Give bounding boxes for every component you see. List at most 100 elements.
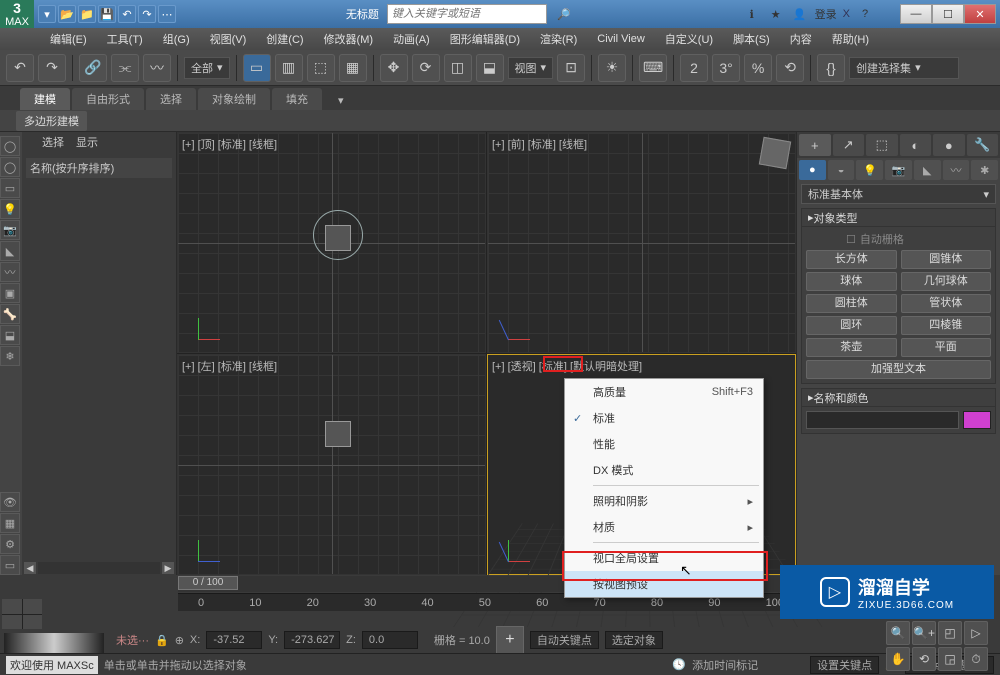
scene-list[interactable]: 名称(按升序排序) [22, 152, 176, 561]
scene-tab-select[interactable]: 选择 [42, 134, 64, 150]
helper-icon[interactable]: ◣ [0, 241, 20, 261]
select-region-button[interactable]: ⬚ [307, 54, 335, 82]
ctx-materials[interactable]: 材质▸ [565, 514, 763, 540]
autokey-button[interactable]: 自动关键点 [530, 631, 599, 649]
ribbon-tab-objectpaint[interactable]: 对象绘制 [198, 88, 270, 110]
container-icon[interactable]: ⬓ [0, 325, 20, 345]
save-icon[interactable]: 💾 [98, 5, 116, 23]
lights-subtab-icon[interactable]: 💡 [856, 160, 883, 180]
teapot-button[interactable]: 茶壶 [806, 338, 897, 357]
cone-button[interactable]: 圆锥体 [901, 250, 992, 269]
pivot-button[interactable]: ⊡ [557, 54, 585, 82]
undo-button[interactable]: ↶ [6, 54, 34, 82]
ctx-viewport-global-settings[interactable]: 视口全局设置 [565, 545, 763, 571]
menu-help[interactable]: 帮助(H) [822, 29, 879, 49]
torus-button[interactable]: 圆环 [806, 316, 897, 335]
object-name-input[interactable] [806, 411, 959, 429]
redo-icon[interactable]: ↷ [138, 5, 156, 23]
setkey-button[interactable]: 设置关键点 [810, 656, 879, 674]
orbit-icon[interactable]: ⟲ [912, 647, 936, 671]
maximize-button[interactable]: ☐ [932, 4, 964, 24]
square-icon[interactable]: ▭ [0, 178, 20, 198]
viewport-layout-button[interactable] [2, 599, 42, 629]
close-button[interactable]: ✕ [964, 4, 996, 24]
viewport-left-label[interactable]: [+] [左] [标准] [线框] [182, 358, 277, 374]
pan-icon[interactable]: ✋ [886, 647, 910, 671]
shapes-subtab-icon[interactable]: ◒ [828, 160, 855, 180]
menu-script[interactable]: 脚本(S) [723, 29, 780, 49]
box-button[interactable]: 长方体 [806, 250, 897, 269]
ctx-performance[interactable]: 性能 [565, 431, 763, 457]
set-key-large-button[interactable]: + [496, 626, 524, 654]
ribbon-tab-selection[interactable]: 选择 [146, 88, 196, 110]
ribbon-tab-populate[interactable]: 填充 [272, 88, 322, 110]
snap-3d-button[interactable]: 3° [712, 54, 740, 82]
circle2-icon[interactable]: ◯ [0, 157, 20, 177]
selection-filter-dropdown[interactable]: 全部▾ [184, 57, 230, 79]
ribbon-tab-modeling[interactable]: 建模 [20, 88, 70, 110]
autogrid-checkbox[interactable]: ☐ 自动栅格 [806, 231, 991, 247]
ctx-dx-mode[interactable]: DX 模式 [565, 457, 763, 483]
expand-icon[interactable]: ▭ [0, 555, 20, 575]
y-coord-input[interactable]: -273.627 [284, 631, 340, 649]
menu-modifiers[interactable]: 修改器(M) [314, 29, 384, 49]
select-name-button[interactable]: ▥ [275, 54, 303, 82]
spinner-snap-button[interactable]: ⟲ [776, 54, 804, 82]
project-icon[interactable]: ⋯ [158, 5, 176, 23]
select-manipulate-button[interactable]: ☀ [598, 54, 626, 82]
bone-icon[interactable]: 🦴 [0, 304, 20, 324]
viewcube[interactable] [759, 137, 791, 169]
menu-content[interactable]: 内容 [780, 29, 822, 49]
named-selection-dropdown[interactable]: 创建选择集▾ [849, 57, 959, 79]
cylinder-button[interactable]: 圆柱体 [806, 294, 897, 313]
time-slider-thumb[interactable]: 0 / 100 [178, 576, 238, 590]
viewport-front[interactable]: [+] [前] [标准] [线框] [487, 132, 796, 353]
geometry-subtab-icon[interactable]: ● [799, 160, 826, 180]
help-search-input[interactable] [387, 4, 547, 24]
menu-animation[interactable]: 动画(A) [383, 29, 440, 49]
ctx-per-view-preset[interactable]: 按视图预设 [565, 571, 763, 597]
scene-scrollbar[interactable]: ◀ ▶ [22, 561, 176, 575]
unlink-button[interactable]: ⫘ [111, 54, 139, 82]
keyboard-shortcut-button[interactable]: ⌨ [639, 54, 667, 82]
scroll-left-icon[interactable]: ◀ [24, 562, 36, 574]
group-icon[interactable]: ▣ [0, 283, 20, 303]
circle-icon[interactable]: ◯ [0, 136, 20, 156]
z-coord-input[interactable]: 0.0 [362, 631, 418, 649]
tube-button[interactable]: 管状体 [901, 294, 992, 313]
scene-tab-display[interactable]: 显示 [76, 134, 98, 150]
selected-object-dropdown[interactable]: 选定对象 [605, 631, 663, 649]
menu-view[interactable]: 视图(V) [200, 29, 257, 49]
settings-icon[interactable]: ⚙ [0, 534, 20, 554]
spacewarp-icon[interactable]: 〰 [0, 262, 20, 282]
polygon-modeling-panel[interactable]: 多边形建模 [16, 111, 87, 131]
ribbon-tab-freeform[interactable]: 自由形式 [72, 88, 144, 110]
rollout-header[interactable]: ▸ 名称和颜色 [802, 389, 995, 407]
viewport-top-label[interactable]: [+] [顶] [标准] [线框] [182, 136, 277, 152]
zoom-all-icon[interactable]: 🔍+ [912, 621, 936, 645]
isolate-icon[interactable]: ⊕ [175, 634, 184, 647]
ctx-standard[interactable]: ✓ 标准 [565, 405, 763, 431]
star-icon[interactable]: ★ [767, 5, 785, 23]
lock-icon[interactable]: 🔒 [155, 634, 169, 647]
add-time-tag[interactable]: 添加时间标记 [692, 657, 758, 673]
hierarchy-tab-icon[interactable]: ⬚ [866, 134, 898, 156]
time-tag-icon[interactable]: 🕓 [672, 658, 686, 671]
geometry-cube[interactable] [325, 421, 351, 447]
textplus-button[interactable]: 加强型文本 [806, 360, 991, 379]
search-config-icon[interactable]: 🔎 [555, 5, 573, 23]
sphere-button[interactable]: 球体 [806, 272, 897, 291]
viewport-top[interactable]: [+] [顶] [标准] [线框] [177, 132, 486, 353]
scroll-right-icon[interactable]: ▶ [162, 562, 174, 574]
zoom-region-icon[interactable]: ◰ [938, 621, 962, 645]
systems-subtab-icon[interactable]: ✱ [971, 160, 998, 180]
menu-create[interactable]: 创建(C) [256, 29, 313, 49]
object-category-dropdown[interactable]: 标准基本体▾ [801, 184, 996, 204]
select-all-icon[interactable]: ▦ [0, 513, 20, 533]
user-icon[interactable]: 👤 [791, 5, 809, 23]
viewport-left[interactable]: [+] [左] [标准] [线框] [177, 354, 486, 575]
modify-tab-icon[interactable]: ↗ [833, 134, 865, 156]
ctx-high-quality[interactable]: 高质量Shift+F3 [565, 379, 763, 405]
login-label[interactable]: 登录 [815, 6, 837, 22]
undo-icon[interactable]: ↶ [118, 5, 136, 23]
